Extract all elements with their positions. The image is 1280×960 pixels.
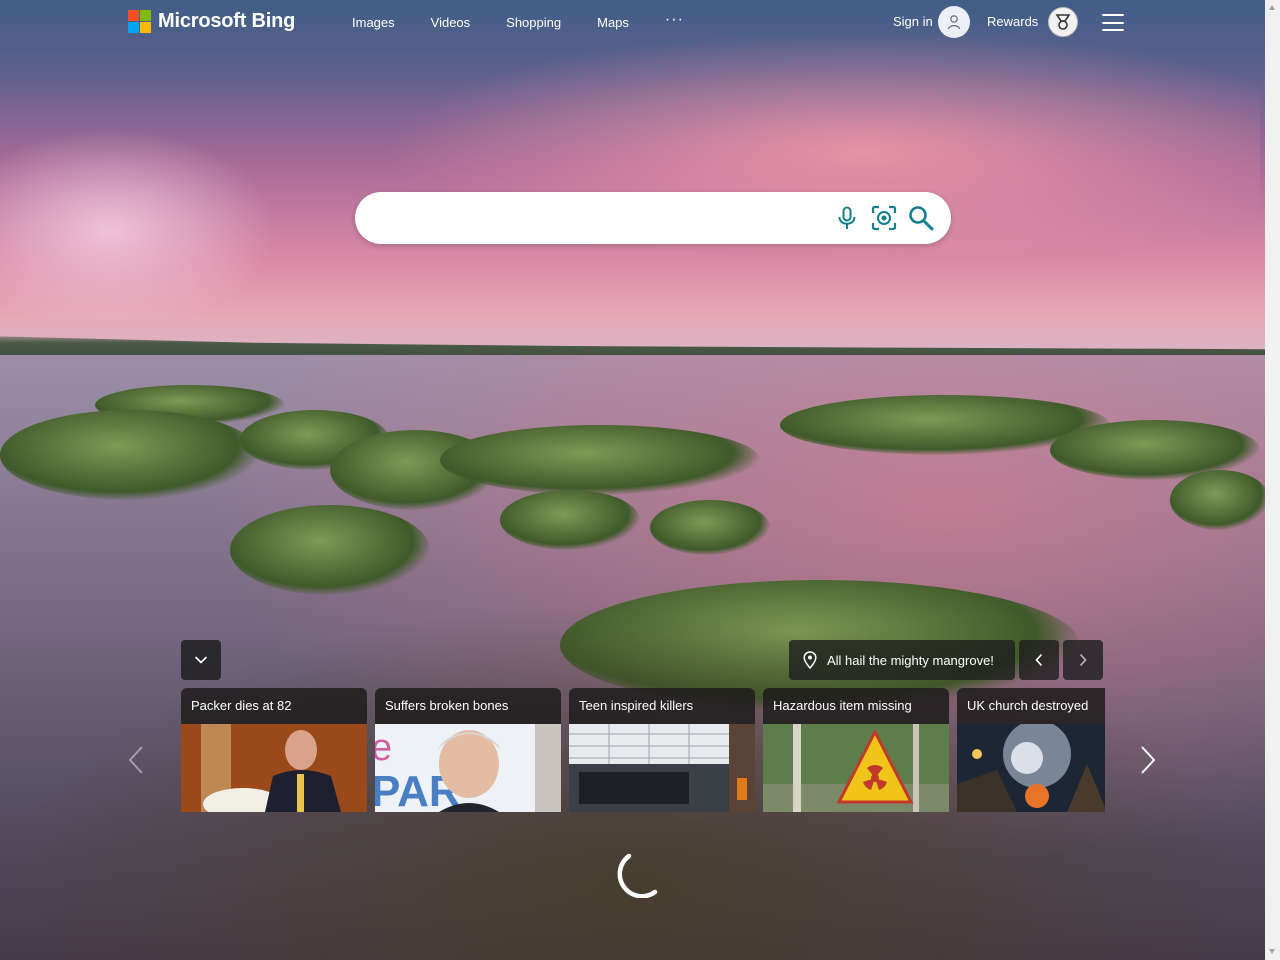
carousel-next-button[interactable] [1140,745,1156,780]
next-image-button[interactable] [1063,640,1103,680]
chevron-left-icon [1035,653,1043,667]
bing-logo[interactable]: Microsoft Bing [128,10,295,33]
mangrove-shrub [0,410,260,500]
search-icon[interactable] [908,205,934,231]
news-card-title: Teen inspired killers [579,698,694,713]
mangrove-shrub [1170,470,1265,530]
caption-text: All hail the mighty mangrove! [827,652,994,668]
brand-name: Microsoft Bing [158,10,296,32]
search-input[interactable] [369,202,813,236]
chevron-right-icon [1079,653,1087,667]
more-menu-button[interactable]: ··· [665,11,684,30]
top-header: Microsoft Bing Images Videos Shopping Ma… [0,0,1265,46]
news-card-image [763,724,949,812]
cloud [0,120,290,320]
search-box [355,192,951,244]
sign-in-link[interactable]: Sign in [893,14,933,29]
nav-shopping[interactable]: Shopping [506,15,561,30]
chevron-right-icon [1141,746,1156,774]
visual-search-icon[interactable] [871,205,897,231]
news-card-title: Suffers broken bones [385,698,509,713]
chevron-down-icon [194,656,208,664]
news-card-image [569,724,755,812]
medal-icon [1055,14,1071,30]
top-nav: Images Videos Shopping Maps ··· [352,11,684,30]
user-avatar[interactable] [938,6,970,38]
collapse-feed-button[interactable] [181,640,221,680]
mangrove-shrub [440,425,760,495]
person-icon [947,15,961,30]
news-carousel: Packer dies at 82 Suffers broken bones e… [181,688,1105,812]
rewards-medal[interactable] [1048,7,1078,37]
news-card-title: Hazardous item missing [773,698,912,713]
news-card[interactable]: Teen inspired killers [569,688,755,812]
scroll-down-arrow[interactable] [1269,949,1275,954]
news-card[interactable]: Suffers broken bones e PAR [375,688,561,812]
image-caption[interactable]: All hail the mighty mangrove! [789,640,1015,680]
hamburger-menu-button[interactable] [1102,14,1124,31]
microphone-icon[interactable] [834,205,860,231]
chevron-left-icon [128,746,143,774]
mangrove-shrub [500,490,640,550]
background-image [0,0,1265,960]
hamburger-line [1102,14,1124,16]
scroll-up-arrow[interactable] [1269,5,1275,10]
carousel-previous-button[interactable] [128,745,144,780]
news-card-image [181,724,367,812]
mangrove-shrub [650,500,770,555]
rewards-link[interactable]: Rewards [987,14,1038,29]
nav-maps[interactable]: Maps [597,15,629,30]
loading-spinner [617,852,661,903]
page-scrollbar[interactable] [1265,0,1280,960]
mangrove-shrub [230,505,430,595]
svg-text:e: e [375,727,392,769]
nav-images[interactable]: Images [352,15,395,30]
nav-videos[interactable]: Videos [431,15,471,30]
microsoft-logo-icon [128,10,151,33]
news-card-image [957,724,1105,812]
news-card[interactable]: Packer dies at 82 [181,688,367,812]
previous-image-button[interactable] [1019,640,1059,680]
hamburger-line [1102,21,1124,24]
location-pin-icon [803,651,817,669]
news-card-title: Packer dies at 82 [191,698,292,713]
news-card-title: UK church destroyed [967,698,1089,713]
news-card[interactable]: UK church destroyed [957,688,1105,812]
hamburger-line [1102,29,1124,31]
news-card-image: e PAR [375,724,561,812]
news-card[interactable]: Hazardous item missing [763,688,949,812]
